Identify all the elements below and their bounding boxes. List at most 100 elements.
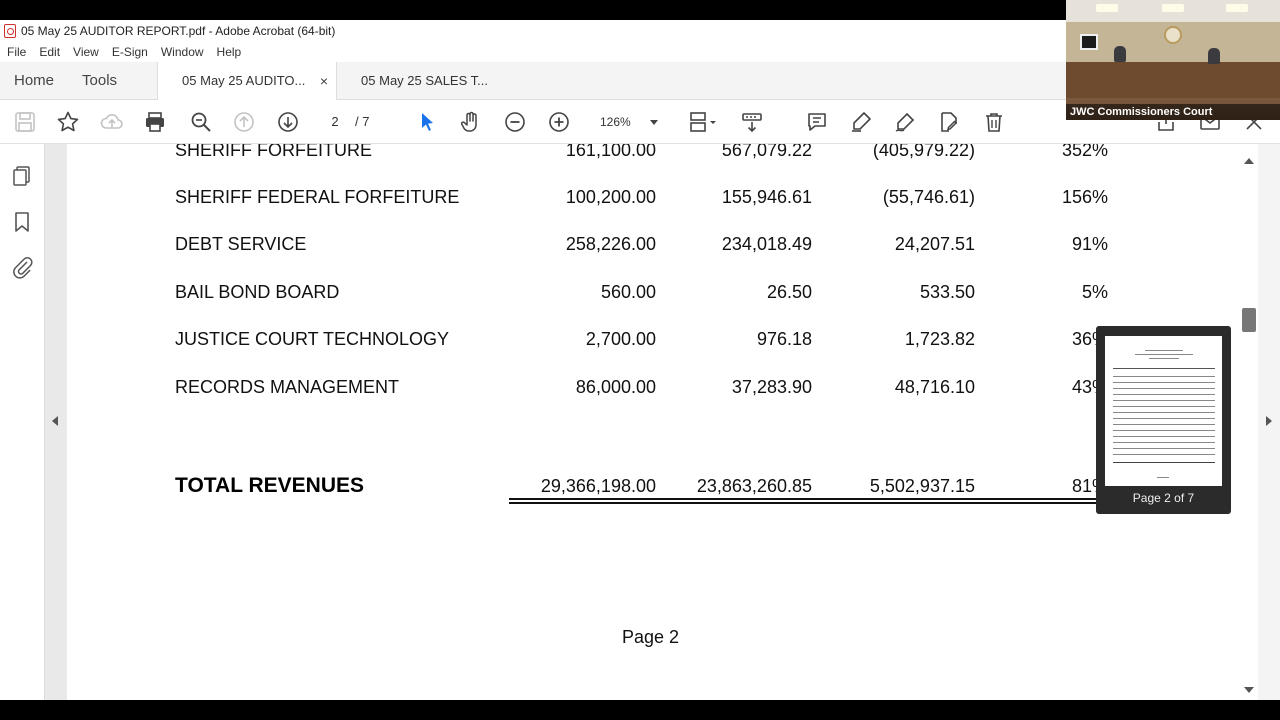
page-thumbnail-popup: Page 2 of 7 — [1096, 326, 1231, 514]
scroll-mode-icon[interactable] — [738, 108, 766, 136]
total-percent: 81% — [1071, 476, 1108, 496]
row-label: BAIL BOND BOARD — [175, 282, 340, 302]
scroll-thumb[interactable] — [1242, 308, 1256, 332]
ceiling-light — [1096, 4, 1118, 12]
budget-cell: 2,700.00 — [585, 329, 656, 349]
scroll-down-icon[interactable] — [1244, 687, 1254, 693]
delete-icon[interactable] — [980, 108, 1008, 136]
chevron-down-icon — [650, 120, 658, 125]
menu-window[interactable]: Window — [161, 45, 204, 59]
tab-tools[interactable]: Tools — [68, 62, 131, 100]
page-footer: Page 2 — [622, 627, 680, 647]
remaining-cell: (405,979.22) — [872, 144, 975, 160]
total-double-underline — [509, 498, 1113, 504]
total-remaining: 5,502,937.15 — [869, 476, 975, 496]
highlight-icon[interactable] — [847, 108, 875, 136]
tab-home[interactable]: Home — [0, 62, 68, 100]
doc-tab-auditor-report[interactable]: 05 May 25 AUDITO... × — [157, 61, 338, 100]
bottom-black-bar — [0, 700, 1280, 720]
row-label: RECORDS MANAGEMENT — [175, 377, 400, 397]
actual-cell: 37,283.90 — [731, 377, 812, 397]
webcam-overlay: JWC Commissioners Court — [1066, 0, 1280, 120]
acrobat-pdf-icon — [4, 24, 16, 38]
previous-page-arrow-icon[interactable] — [52, 416, 58, 426]
expand-right-panel-icon[interactable] — [1266, 416, 1272, 426]
menu-view[interactable]: View — [73, 45, 99, 59]
actual-cell: 26.50 — [766, 282, 812, 302]
page-layout-icon[interactable] — [684, 108, 720, 136]
wall-monitor — [1080, 34, 1098, 50]
upload-icon[interactable] — [98, 108, 126, 136]
window-title: 05 May 25 AUDITOR REPORT.pdf - Adobe Acr… — [21, 24, 336, 38]
doc-tab-sales-tax[interactable]: 05 May 25 SALES T... — [337, 62, 517, 100]
close-tab-icon[interactable]: × — [320, 62, 328, 100]
doc-tab-label: 05 May 25 SALES T... — [361, 72, 488, 88]
zoom-select[interactable]: 126% — [594, 111, 664, 133]
doc-tab-label: 05 May 25 AUDITO... — [182, 72, 306, 88]
budget-cell: 100,200.00 — [565, 187, 656, 207]
bookmark-icon[interactable] — [10, 210, 34, 234]
county-seal — [1164, 26, 1182, 44]
budget-cell: 86,000.00 — [575, 377, 656, 397]
commissioner-figure — [1114, 46, 1126, 62]
select-cursor-icon[interactable] — [413, 108, 441, 136]
zoom-in-icon[interactable] — [545, 108, 573, 136]
zoom-value: 126% — [600, 115, 631, 129]
remaining-cell: 1,723.82 — [904, 329, 975, 349]
left-navigation-panel — [0, 144, 45, 700]
sign-icon[interactable] — [891, 108, 919, 136]
remaining-cell: (55,746.61) — [882, 187, 975, 207]
menu-edit[interactable]: Edit — [39, 45, 60, 59]
remaining-cell: 24,207.51 — [894, 234, 975, 254]
page-number-input[interactable]: 2 — [320, 111, 350, 133]
pdf-page: SHERIFF FORFEITURE 161,100.00 567,079.22… — [67, 144, 1240, 700]
ceiling-light — [1162, 4, 1184, 12]
percent-cell: 5% — [1081, 282, 1108, 302]
budget-cell: 161,100.00 — [565, 144, 656, 160]
vertical-scrollbar[interactable] — [1240, 144, 1258, 700]
thumbnail-page-label: Page 2 of 7 — [1132, 491, 1195, 505]
percent-cell: 156% — [1061, 187, 1108, 207]
row-label: JUSTICE COURT TECHNOLOGY — [175, 329, 450, 349]
budget-cell: 560.00 — [600, 282, 656, 302]
pages-icon[interactable] — [10, 164, 34, 188]
total-revenues-label: TOTAL REVENUES — [175, 474, 365, 497]
next-page-icon[interactable] — [274, 108, 302, 136]
page-thumbnail-image — [1105, 336, 1222, 486]
menu-help[interactable]: Help — [217, 45, 242, 59]
zoom-out-icon[interactable] — [501, 108, 529, 136]
total-actual: 23,863,260.85 — [696, 476, 812, 496]
scroll-up-icon[interactable] — [1244, 158, 1254, 164]
percent-cell: 36% — [1071, 329, 1108, 349]
menu-file[interactable]: File — [7, 45, 26, 59]
save-icon[interactable] — [11, 108, 39, 136]
actual-cell: 567,079.22 — [721, 144, 812, 160]
actual-cell: 976.18 — [756, 329, 812, 349]
edit-pdf-icon[interactable] — [935, 108, 963, 136]
row-label: SHERIFF FEDERAL FORFEITURE — [175, 187, 460, 207]
hand-icon[interactable] — [457, 108, 485, 136]
remaining-cell: 533.50 — [919, 282, 975, 302]
star-icon[interactable] — [54, 108, 82, 136]
remaining-cell: 48,716.10 — [894, 377, 975, 397]
dais-bench — [1066, 62, 1280, 98]
menu-bar: File Edit View E-Sign Window Help — [0, 42, 1066, 62]
row-label: DEBT SERVICE — [175, 234, 307, 254]
budget-cell: 258,226.00 — [565, 234, 656, 254]
ceiling-light — [1226, 4, 1248, 12]
commissioner-figure — [1208, 48, 1220, 64]
page-total: / 7 — [355, 114, 370, 129]
menu-esign[interactable]: E-Sign — [112, 45, 148, 59]
attachment-icon[interactable] — [10, 255, 34, 279]
percent-cell: 352% — [1061, 144, 1108, 160]
percent-cell: 43% — [1071, 377, 1108, 397]
print-icon[interactable] — [141, 108, 169, 136]
percent-cell: 91% — [1071, 234, 1108, 254]
comment-icon[interactable] — [803, 108, 831, 136]
document-view[interactable]: SHERIFF FORFEITURE 161,100.00 567,079.22… — [45, 144, 1240, 700]
total-budget: 29,366,198.00 — [540, 476, 656, 496]
webcam-caption: JWC Commissioners Court — [1066, 104, 1280, 120]
title-bar: 05 May 25 AUDITOR REPORT.pdf - Adobe Acr… — [0, 20, 1066, 42]
prev-page-icon[interactable] — [230, 108, 258, 136]
search-icon[interactable] — [187, 108, 215, 136]
